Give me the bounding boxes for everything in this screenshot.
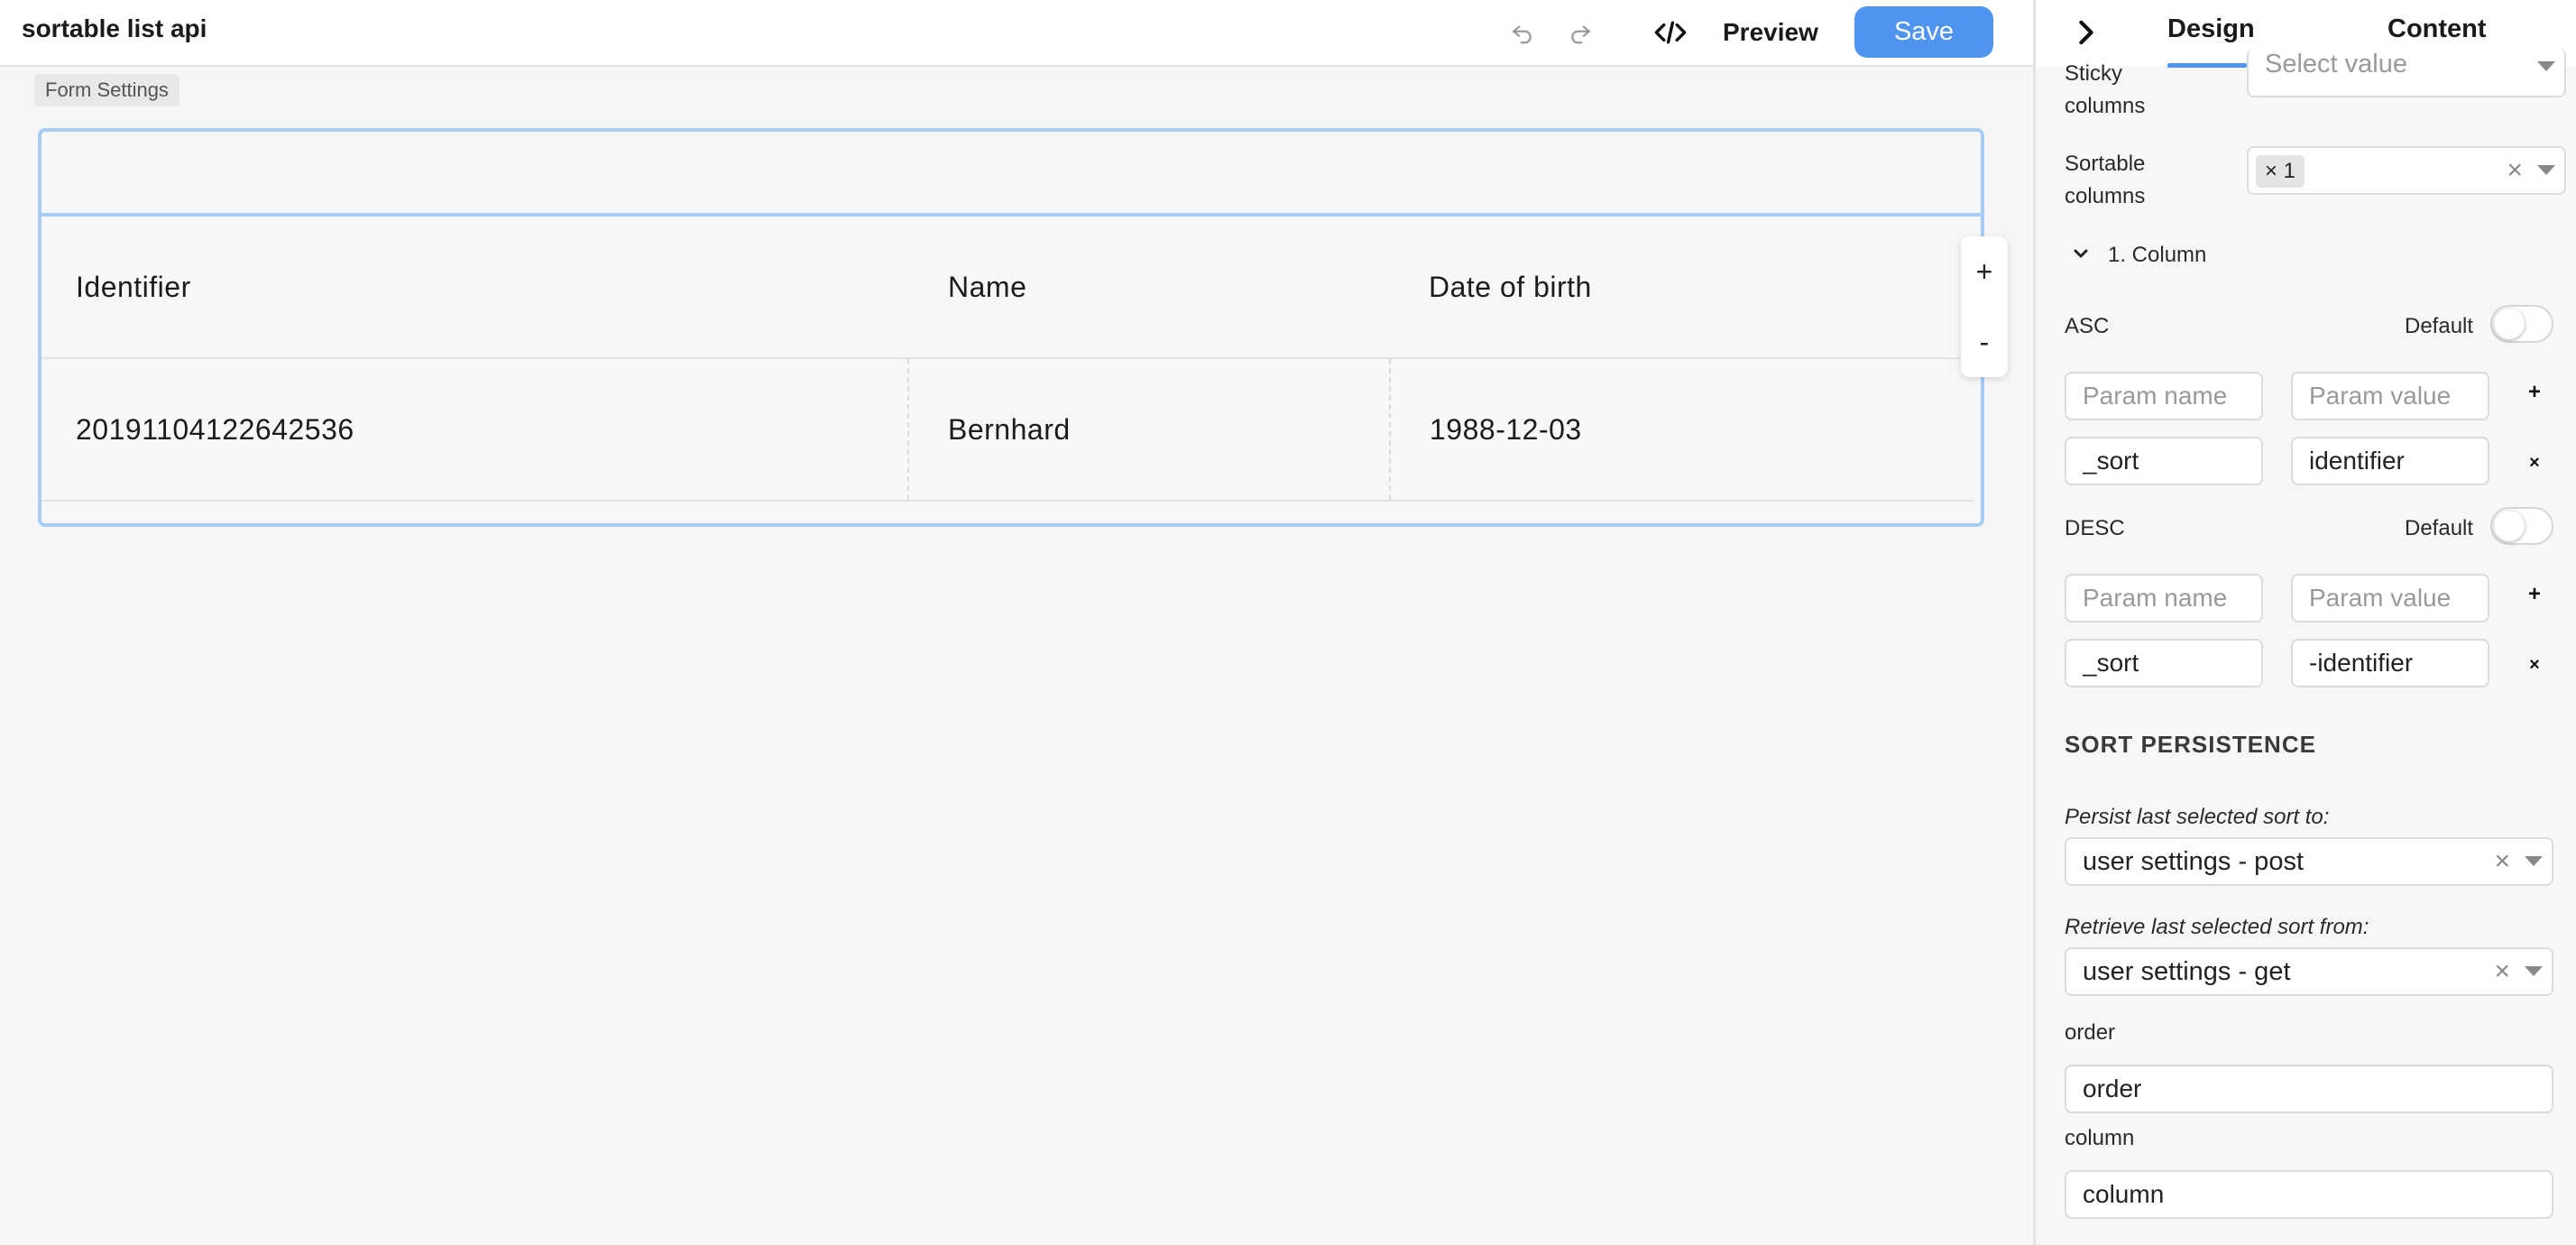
tab-design[interactable]: Design (2167, 14, 2255, 44)
table-header-row: Identifier Name Date of birth (41, 217, 1973, 359)
code-icon[interactable] (1651, 13, 1690, 52)
add-param-button[interactable]: + (2525, 582, 2544, 606)
sort-persistence-title: SORT PERSISTENCE (2065, 731, 2316, 758)
redo-icon[interactable] (1560, 13, 1600, 52)
data-table: Identifier Name Date of birth 2019110412… (41, 217, 1973, 502)
add-row-button[interactable]: + (1961, 236, 2008, 307)
clear-icon[interactable]: × (2507, 148, 2523, 193)
chevron-down-icon[interactable] (2537, 165, 2555, 175)
app-title: sortable list api (22, 14, 207, 42)
active-tab-indicator (2167, 63, 2247, 68)
column-label: column (2065, 1126, 2135, 1150)
sticky-columns-select[interactable]: Select value (2247, 49, 2566, 97)
asc-param-name-input[interactable] (2065, 372, 2263, 420)
asc-param-value-field[interactable] (2291, 437, 2489, 485)
asc-param-value-input[interactable] (2291, 372, 2489, 420)
column-input[interactable] (2065, 1170, 2553, 1219)
chevron-down-icon[interactable] (2525, 966, 2543, 976)
desc-label: DESC (2065, 516, 2125, 540)
chevron-down-icon[interactable] (2072, 244, 2092, 265)
column-header-date-of-birth[interactable]: Date of birth (1429, 217, 1592, 357)
tab-content[interactable]: Content (2387, 14, 2487, 44)
undo-icon[interactable] (1503, 13, 1542, 52)
table-cell-name: Bernhard (907, 359, 1389, 500)
properties-panel: Design Content Sticky columns Select val… (2033, 0, 2576, 1245)
remove-row-button[interactable]: - (1961, 307, 2008, 377)
asc-default-label: Default (2405, 314, 2474, 338)
asc-param-name-field[interactable] (2065, 437, 2263, 485)
desc-param-name-field[interactable] (2065, 639, 2263, 687)
order-input[interactable] (2065, 1065, 2553, 1113)
chevron-down-icon[interactable] (2525, 856, 2543, 866)
desc-param-name-input[interactable] (2065, 574, 2263, 622)
column-group-label[interactable]: 1. Column (2108, 239, 2206, 272)
persist-sort-select[interactable]: user settings - post × (2065, 837, 2553, 886)
asc-label: ASC (2065, 314, 2110, 338)
persist-sort-label: Persist last selected sort to: (2065, 805, 2330, 829)
sortable-columns-select[interactable]: × 1 × (2247, 146, 2566, 195)
desc-default-label: Default (2405, 516, 2474, 540)
remove-param-button[interactable]: × (2525, 655, 2544, 675)
preview-button[interactable]: Preview (1723, 13, 1818, 52)
clear-icon[interactable]: × (2494, 839, 2510, 884)
retrieve-sort-label: Retrieve last selected sort from: (2065, 915, 2369, 939)
asc-default-toggle[interactable] (2490, 305, 2553, 343)
order-label: order (2065, 1020, 2116, 1045)
selected-chip[interactable]: × 1 (2256, 155, 2305, 188)
save-button[interactable]: Save (1854, 6, 1993, 58)
sticky-columns-label: Sticky columns (2065, 61, 2146, 118)
table-row: 20191104122642536 Bernhard 1988-12-03 (41, 359, 1973, 502)
add-param-button[interactable]: + (2525, 380, 2544, 404)
column-header-identifier[interactable]: Identifier (76, 217, 191, 357)
chevron-down-icon (2537, 61, 2555, 71)
sortable-list-component[interactable]: Identifier Name Date of birth 2019110412… (38, 128, 1984, 527)
form-settings-tag[interactable]: Form Settings (34, 74, 179, 106)
desc-param-value-input[interactable] (2291, 574, 2489, 622)
desc-param-value-field[interactable] (2291, 639, 2489, 687)
retrieve-sort-select[interactable]: user settings - get × (2065, 947, 2553, 996)
remove-param-button[interactable]: × (2525, 453, 2544, 473)
row-controls: + - (1961, 236, 2008, 377)
desc-default-toggle[interactable] (2490, 507, 2553, 545)
collapse-panel-icon[interactable] (2068, 13, 2104, 52)
top-bar: sortable list api Preview Save (0, 0, 2033, 67)
sortable-columns-label: Sortable columns (2065, 152, 2146, 208)
table-cell-date-of-birth: 1988-12-03 (1389, 359, 1975, 500)
table-cell-identifier: 20191104122642536 (76, 412, 354, 446)
clear-icon[interactable]: × (2494, 949, 2510, 994)
column-header-name[interactable]: Name (948, 217, 1026, 357)
